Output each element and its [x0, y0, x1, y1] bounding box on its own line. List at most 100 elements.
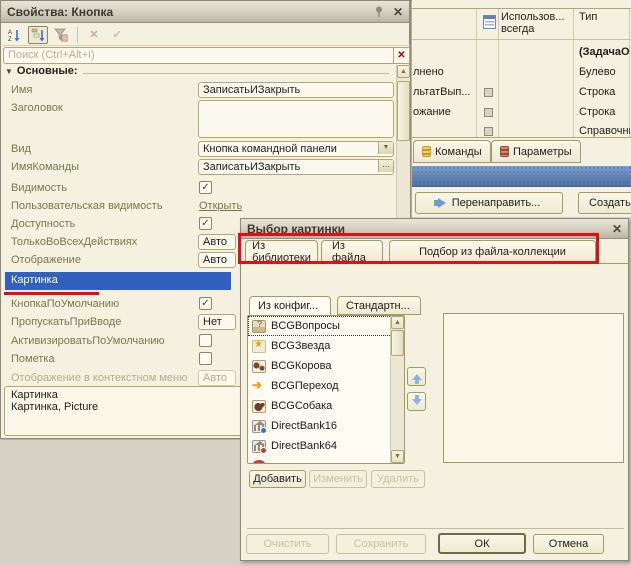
command-name-field[interactable]: ЗаписатьИЗакрыть	[198, 159, 394, 175]
usage-checkbox[interactable]	[484, 88, 493, 97]
search-clear-icon[interactable]: ✕	[394, 47, 410, 64]
list-scrollbar[interactable]: ▲ ▼	[390, 316, 404, 463]
enabled-checkbox[interactable]: ✓	[199, 217, 212, 230]
divider	[241, 263, 628, 264]
section-basic[interactable]: ▼ Основные:	[5, 65, 393, 80]
scroll-thumb[interactable]	[391, 330, 404, 356]
prop-row-kind[interactable]: Вид Кнопка командной панели ▼	[1, 141, 395, 158]
open-link[interactable]: Открыть	[199, 200, 242, 212]
redirect-button[interactable]: Перенаправить...	[415, 192, 563, 214]
divider	[412, 137, 631, 138]
tab-from-collection[interactable]: Подбор из файла-коллекции	[389, 240, 596, 263]
tab-from-library[interactable]: Из библиотеки	[245, 240, 318, 264]
cell-name: льтатВып...	[413, 86, 471, 98]
list-item[interactable]: BCGСобака	[248, 396, 404, 416]
skiponinput-field[interactable]: Нет	[198, 314, 236, 330]
name-field[interactable]: ЗаписатьИЗакрыть	[198, 82, 394, 98]
dialog-titlebar[interactable]: Выбор картинки ✕	[241, 219, 628, 239]
cancel-edit-icon[interactable]: ✕	[84, 26, 104, 44]
cancel-button[interactable]: Отмена	[533, 534, 604, 554]
tab-from-file[interactable]: Из файла	[321, 240, 383, 264]
prop-row-visibility[interactable]: Видимость ✓	[1, 180, 395, 197]
delete-button[interactable]: Удалить	[371, 470, 425, 488]
directbank16-icon	[252, 419, 267, 434]
column-header-type[interactable]: Тип	[579, 11, 597, 23]
list-item-label: BCGВопросы	[271, 320, 340, 332]
button-label: ОК	[474, 537, 490, 550]
mark-checkbox[interactable]	[199, 352, 212, 365]
bcg-questions-icon	[252, 319, 266, 333]
tab-parameters[interactable]: Параметры	[491, 140, 581, 163]
kind-select[interactable]: Кнопка командной панели	[198, 141, 394, 157]
confirm-edit-icon[interactable]: ✔	[107, 26, 127, 44]
spreadsheet-icon	[483, 15, 496, 29]
collapse-triangle-icon[interactable]: ▼	[5, 67, 13, 76]
save-button[interactable]: Сохранить	[336, 534, 426, 554]
cell-name: ожание	[413, 106, 451, 118]
add-button[interactable]: Добавить	[249, 470, 306, 488]
properties-title: Свойства: Кнопка	[7, 4, 114, 19]
scroll-thumb[interactable]	[397, 81, 410, 141]
picture-row-selected[interactable]: Картинка	[5, 272, 231, 290]
display-field[interactable]: Авто	[198, 252, 236, 268]
parameters-stack-icon	[500, 146, 509, 157]
move-down-button[interactable]	[407, 392, 426, 411]
scroll-down-icon[interactable]: ▼	[391, 450, 404, 463]
cell-type: Справочни	[579, 125, 630, 137]
directbank64-icon	[252, 439, 267, 454]
clear-button[interactable]: Очистить	[246, 534, 329, 554]
list-item[interactable]: DirectBank64	[248, 436, 404, 456]
table-row[interactable]: (ЗадачаО	[412, 42, 631, 62]
tab-label: Из библиотеки	[252, 240, 311, 264]
close-icon[interactable]: ✕	[393, 5, 403, 19]
sort-categories-icon[interactable]	[28, 25, 48, 44]
move-up-button[interactable]	[407, 367, 426, 386]
tab-commands[interactable]: Команды	[413, 140, 491, 163]
list-item[interactable]: BCGЗвезда	[248, 336, 404, 356]
table-row[interactable]: льтатВып... Строка	[412, 82, 631, 102]
attributes-window: Использов... всегда Тип (ЗадачаО лнено Бу…	[411, 0, 631, 217]
prop-row-name[interactable]: Имя ЗаписатьИЗакрыть	[1, 82, 395, 99]
properties-titlebar[interactable]: Свойства: Кнопка ✕	[1, 1, 409, 23]
activatebydefault-checkbox[interactable]	[199, 334, 212, 347]
scroll-up-icon[interactable]: ▲	[397, 65, 410, 78]
table-row[interactable]: Справочни	[412, 121, 631, 141]
usage-checkbox[interactable]	[484, 127, 493, 136]
table-row[interactable]: лнено Булево	[412, 62, 631, 82]
prop-row-commandname[interactable]: ИмяКоманды ЗаписатьИЗакрыть ...	[1, 159, 395, 176]
chevron-down-icon[interactable]: ▼	[378, 142, 393, 154]
list-item[interactable]: BCGПереход	[248, 376, 404, 396]
subtab-from-config[interactable]: Из конфиг...	[249, 296, 331, 316]
subtab-standard[interactable]: Стандартн...	[337, 296, 421, 315]
title-field[interactable]	[198, 100, 394, 138]
create-button[interactable]: Создать	[578, 192, 631, 214]
list-item-partial[interactable]	[248, 456, 404, 463]
onlyinallactions-field[interactable]: Авто	[198, 234, 236, 250]
close-icon[interactable]: ✕	[612, 222, 622, 236]
prop-row-title[interactable]: Заголовок	[1, 100, 395, 138]
svg-text:A: A	[8, 30, 12, 36]
prop-row-uservisibility[interactable]: Пользовательская видимость Открыть	[1, 198, 395, 215]
scroll-up-icon[interactable]: ▲	[391, 316, 404, 329]
sort-alphabetical-icon[interactable]: A Z	[5, 26, 25, 44]
search-input[interactable]: Поиск (Ctrl+Alt+I)	[3, 47, 394, 64]
pin-icon[interactable]	[375, 6, 383, 18]
tab-label: Команды	[435, 145, 482, 158]
prop-label: КнопкаПоУмолчанию	[11, 298, 120, 310]
filter-icon[interactable]	[51, 26, 71, 44]
cell-type: Строка	[579, 86, 616, 98]
column-header-usage[interactable]: Использов... всегда	[501, 11, 564, 35]
list-item[interactable]: DirectBank16	[248, 416, 404, 436]
edit-button[interactable]: Изменить	[309, 470, 367, 488]
prop-label: ТолькоВоВсехДействиях	[11, 236, 138, 248]
defaultbutton-checkbox[interactable]: ✓	[199, 297, 212, 310]
usage-checkbox[interactable]	[484, 108, 493, 117]
picture-list[interactable]: BCGВопросы BCGЗвезда BCGКорова BCGПерехо…	[247, 315, 405, 464]
cell-type: Строка	[579, 106, 616, 118]
list-item[interactable]: BCGКорова	[248, 356, 404, 376]
list-item[interactable]: BCGВопросы	[248, 316, 404, 336]
ellipsis-icon[interactable]: ...	[378, 160, 393, 172]
table-row[interactable]: ожание Строка	[412, 102, 631, 122]
ok-button[interactable]: ОК	[438, 533, 526, 554]
visibility-checkbox[interactable]: ✓	[199, 181, 212, 194]
